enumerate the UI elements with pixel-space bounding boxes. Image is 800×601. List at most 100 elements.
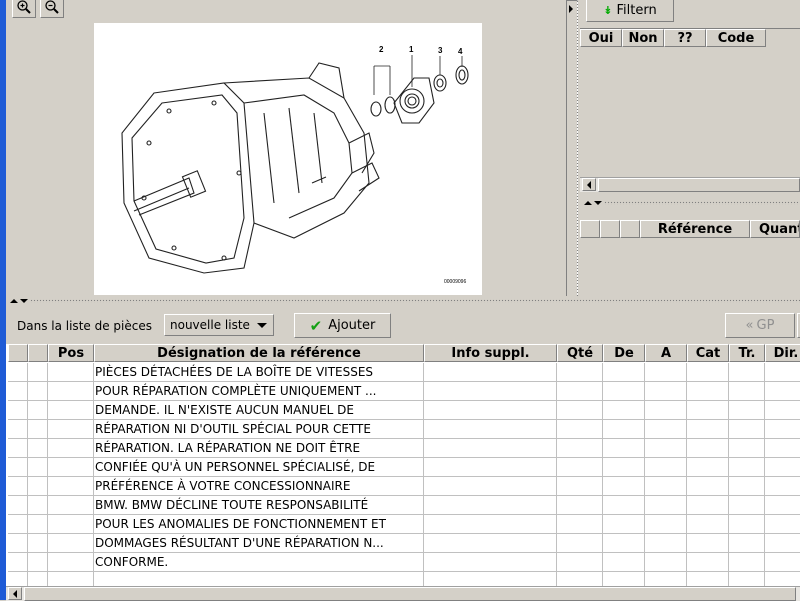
table-row[interactable]: BMW. BMW DÉCLINE TOUTE RESPONSABILITÉ [6, 496, 800, 515]
filter-col-code[interactable]: Code [706, 29, 766, 47]
table-cell[interactable] [603, 420, 645, 439]
table-cell[interactable] [687, 572, 729, 586]
filter-col-oui[interactable]: Oui [580, 29, 622, 47]
table-cell[interactable] [424, 515, 557, 534]
table-cell[interactable] [765, 515, 800, 534]
table-cell[interactable] [645, 515, 687, 534]
collapse-up-arrow-icon[interactable] [584, 201, 592, 205]
designation-cell[interactable] [94, 572, 424, 586]
table-cell[interactable] [424, 572, 557, 586]
table-cell[interactable] [603, 534, 645, 553]
table-cell[interactable] [765, 572, 800, 586]
table-row[interactable]: CONFIÉE QU'À UN PERSONNEL SPÉCIALISÉ, DE [6, 458, 800, 477]
table-cell[interactable] [28, 477, 48, 496]
table-row[interactable]: RÉPARATION NI D'OUTIL SPÉCIAL POUR CETTE [6, 420, 800, 439]
col-select-2[interactable] [28, 344, 48, 362]
table-cell[interactable] [8, 363, 28, 382]
table-cell[interactable] [557, 534, 603, 553]
table-cell[interactable] [8, 439, 28, 458]
table-cell[interactable] [687, 382, 729, 401]
designation-cell[interactable]: RÉPARATION. LA RÉPARATION NE DOIT ÊTRE [94, 439, 424, 458]
add-button[interactable]: ✔ Ajouter [294, 313, 391, 338]
ref-col-blank-3[interactable] [620, 220, 640, 238]
table-cell[interactable] [28, 553, 48, 572]
table-cell[interactable] [687, 534, 729, 553]
ref-col-blank-2[interactable] [600, 220, 620, 238]
table-cell[interactable] [48, 572, 94, 586]
table-cell[interactable] [557, 572, 603, 586]
table-cell[interactable] [8, 420, 28, 439]
zoom-out-button[interactable] [40, 0, 64, 18]
table-cell[interactable] [729, 515, 765, 534]
table-cell[interactable] [645, 382, 687, 401]
collapse-right-arrow-icon[interactable] [569, 5, 573, 13]
table-cell[interactable] [424, 534, 557, 553]
table-cell[interactable] [48, 401, 94, 420]
table-cell[interactable] [687, 420, 729, 439]
table-cell[interactable] [687, 553, 729, 572]
table-cell[interactable] [8, 496, 28, 515]
table-cell[interactable] [557, 382, 603, 401]
ref-col-blank-1[interactable] [580, 220, 600, 238]
table-cell[interactable] [48, 496, 94, 515]
table-cell[interactable] [645, 534, 687, 553]
table-cell[interactable] [765, 401, 800, 420]
table-cell[interactable] [687, 515, 729, 534]
table-cell[interactable] [687, 477, 729, 496]
table-row[interactable]: DOMMAGES RÉSULTANT D'UNE RÉPARATION N... [6, 534, 800, 553]
bottom-hscrollbar[interactable] [6, 586, 800, 601]
bottom-scroll-thumb[interactable] [24, 587, 796, 601]
table-cell[interactable] [28, 401, 48, 420]
table-cell[interactable] [8, 458, 28, 477]
table-cell[interactable] [48, 553, 94, 572]
gp-button[interactable]: « GP [725, 313, 795, 338]
table-cell[interactable] [28, 534, 48, 553]
table-cell[interactable] [603, 401, 645, 420]
table-cell[interactable] [729, 572, 765, 586]
col-to[interactable]: A [645, 344, 687, 362]
table-cell[interactable] [729, 382, 765, 401]
table-cell[interactable] [424, 496, 557, 515]
col-pos[interactable]: Pos [48, 344, 94, 362]
table-cell[interactable] [48, 515, 94, 534]
table-row[interactable]: PRÉFÉRENCE À VOTRE CONCESSIONNAIRE [6, 477, 800, 496]
table-cell[interactable] [729, 477, 765, 496]
scroll-thumb[interactable] [598, 178, 800, 192]
table-cell[interactable] [765, 363, 800, 382]
table-cell[interactable] [603, 553, 645, 572]
table-cell[interactable] [557, 401, 603, 420]
table-row[interactable]: PIÈCES DÉTACHÉES DE LA BOÎTE DE VITESSES [6, 363, 800, 382]
table-cell[interactable] [557, 439, 603, 458]
table-cell[interactable] [603, 363, 645, 382]
table-cell[interactable] [645, 496, 687, 515]
table-cell[interactable] [603, 496, 645, 515]
table-cell[interactable] [729, 439, 765, 458]
table-cell[interactable] [645, 401, 687, 420]
table-cell[interactable] [8, 382, 28, 401]
table-cell[interactable] [645, 572, 687, 586]
table-cell[interactable] [765, 553, 800, 572]
designation-cell[interactable]: DEMANDE. IL N'EXISTE AUCUN MANUEL DE [94, 401, 424, 420]
filter-col-non[interactable]: Non [622, 29, 664, 47]
table-cell[interactable] [424, 420, 557, 439]
table-cell[interactable] [28, 515, 48, 534]
table-cell[interactable] [424, 458, 557, 477]
filter-col-unknown[interactable]: ?? [664, 29, 706, 47]
designation-cell[interactable]: PRÉFÉRENCE À VOTRE CONCESSIONNAIRE [94, 477, 424, 496]
table-cell[interactable] [557, 420, 603, 439]
bottom-scroll-left-button[interactable] [8, 587, 22, 600]
right-horizontal-splitter[interactable] [578, 198, 800, 208]
table-cell[interactable] [729, 496, 765, 515]
table-cell[interactable] [8, 477, 28, 496]
table-cell[interactable] [603, 458, 645, 477]
designation-cell[interactable]: POUR LES ANOMALIES DE FONCTIONNEMENT ET [94, 515, 424, 534]
table-row[interactable]: POUR RÉPARATION COMPLÈTE UNIQUEMENT ... [6, 382, 800, 401]
table-cell[interactable] [645, 363, 687, 382]
col-from[interactable]: De [603, 344, 645, 362]
main-horizontal-splitter[interactable] [6, 296, 800, 306]
table-cell[interactable] [729, 458, 765, 477]
collapse-down-arrow-icon[interactable] [594, 201, 602, 205]
table-cell[interactable] [424, 363, 557, 382]
table-cell[interactable] [687, 458, 729, 477]
table-cell[interactable] [48, 477, 94, 496]
